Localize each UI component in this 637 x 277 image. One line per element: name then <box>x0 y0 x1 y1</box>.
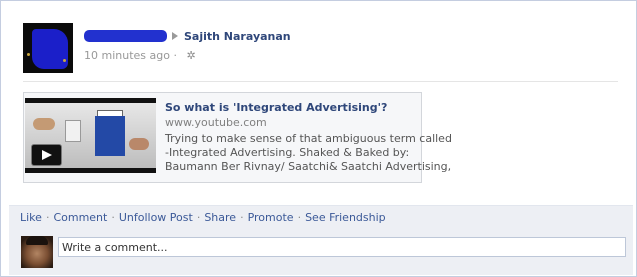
poster-avatar[interactable] <box>23 23 73 73</box>
shared-link-attachment[interactable]: So what is 'Integrated Advertising'? www… <box>23 92 452 183</box>
video-thumbnail[interactable] <box>25 98 156 173</box>
play-icon[interactable] <box>31 144 62 166</box>
meta-separator: · <box>173 49 177 62</box>
comment-input[interactable] <box>58 237 626 257</box>
promote-link[interactable]: Promote <box>248 211 294 224</box>
target-profile-link[interactable]: Sajith Narayanan <box>184 30 291 43</box>
dot-separator: · <box>45 211 50 224</box>
avatar-detail <box>63 59 66 62</box>
dot-separator: · <box>196 211 201 224</box>
story-card: Sajith Narayanan 10 minutes ago · ✲ So w… <box>0 0 637 277</box>
story-header: Sajith Narayanan 10 minutes ago · ✲ <box>23 23 623 75</box>
right-triangle-icon <box>172 32 178 40</box>
dot-separator: · <box>240 211 244 224</box>
thumbnail-detail <box>95 116 125 156</box>
thumbnail-detail <box>33 118 55 130</box>
like-link[interactable]: Like <box>20 211 42 224</box>
comment-link[interactable]: Comment <box>53 211 107 224</box>
current-user-avatar[interactable] <box>21 236 53 268</box>
thumbnail-detail <box>129 138 149 150</box>
story-actions-bar: Like · Comment · Unfollow Post · Share · Promote… <box>9 205 633 231</box>
avatar-detail <box>27 53 30 56</box>
divider <box>23 81 618 82</box>
unfollow-post-link[interactable]: Unfollow Post <box>119 211 193 224</box>
dot-separator: · <box>111 211 115 224</box>
attachment-description: Trying to make sense of that ambiguous t… <box>165 132 452 174</box>
comment-composer <box>9 231 633 275</box>
story-meta: 10 minutes ago · ✲ <box>84 49 196 62</box>
gear-icon[interactable]: ✲ <box>186 49 195 62</box>
see-friendship-link[interactable]: See Friendship <box>305 211 386 224</box>
story-actors: Sajith Narayanan <box>84 30 291 43</box>
description-line: Baumann Ber Rivnay/ Saatchi& Saatchi Adv… <box>165 160 452 173</box>
description-line: Trying to make sense of that ambiguous t… <box>165 132 452 145</box>
share-link[interactable]: Share <box>204 211 236 224</box>
description-line: -Integrated Advertising. Shaked & Baked … <box>165 146 410 159</box>
attachment-source: www.youtube.com <box>165 116 267 129</box>
attachment-title[interactable]: So what is 'Integrated Advertising'? <box>165 101 387 114</box>
dot-separator: · <box>297 211 302 224</box>
redacted-name[interactable] <box>84 30 167 42</box>
redaction-blot <box>32 29 68 69</box>
thumbnail-detail <box>65 120 81 142</box>
timestamp[interactable]: 10 minutes ago <box>84 49 170 62</box>
